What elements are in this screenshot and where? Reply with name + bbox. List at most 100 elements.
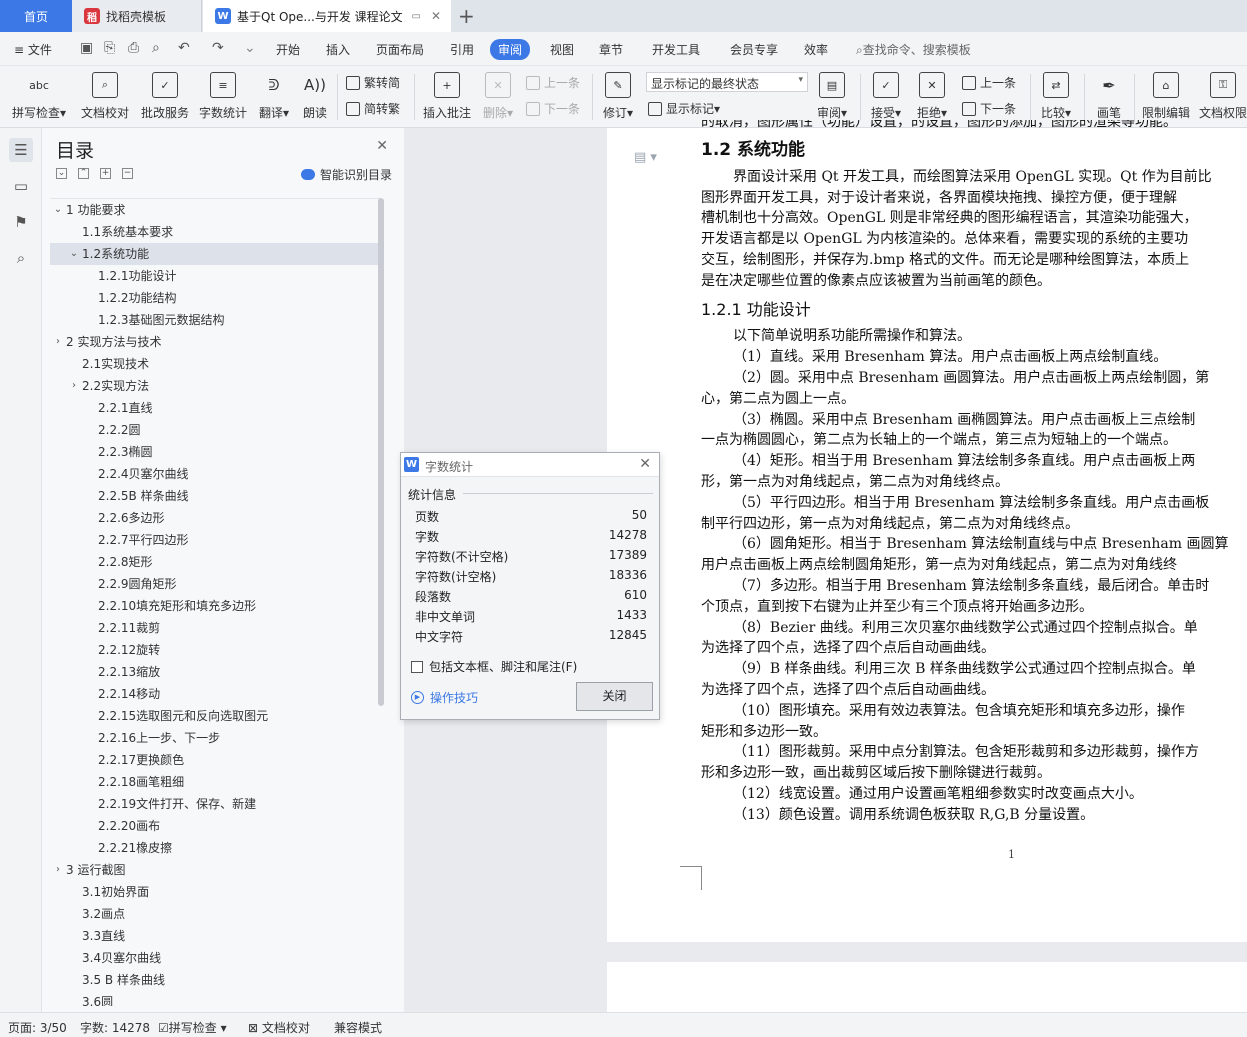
chevron-right-icon[interactable]: › xyxy=(68,375,80,397)
insert-comment-button[interactable]: + 插入批注 xyxy=(420,72,474,121)
toc-item[interactable]: 2.2.10填充矩形和填充多边形 xyxy=(50,595,378,617)
tab-home[interactable]: 首页 xyxy=(0,0,72,32)
undo-icon[interactable]: ↶ xyxy=(178,40,190,56)
menu-item-view[interactable]: 视图 xyxy=(550,41,574,58)
toc-item[interactable]: ⌄ 1.2系统功能 xyxy=(50,243,378,265)
toc-item[interactable]: 1.2.2功能结构 xyxy=(50,287,378,309)
search-icon[interactable]: ⌕ xyxy=(9,246,33,270)
compare-button[interactable]: ⇄ 比较▾ xyxy=(1036,72,1076,121)
chapter-nav-icon[interactable]: ▭ xyxy=(9,174,33,198)
smart-toc-button[interactable]: 智能识别目录 xyxy=(301,166,392,183)
close-tab-icon[interactable]: ✕ xyxy=(431,9,441,23)
toc-item[interactable]: 1.1系统基本要求 xyxy=(50,221,378,243)
word-count-button[interactable]: ≡ 字数统计 xyxy=(196,72,250,121)
toc-item[interactable]: 2.2.7平行四边形 xyxy=(50,529,378,551)
tips-link[interactable]: ▶ 操作技巧 xyxy=(411,689,478,706)
save-icon[interactable]: ▣ xyxy=(80,40,93,56)
close-icon[interactable]: ✕ xyxy=(376,138,388,154)
doc-proof-button[interactable]: ⌕ 文档校对 xyxy=(78,72,132,121)
page-options-icon[interactable]: ▤ ▾ xyxy=(634,150,657,165)
tab-template[interactable]: 稻 找稻壳模板 xyxy=(72,0,202,32)
add-heading-icon[interactable]: + xyxy=(100,168,111,179)
accept-button[interactable]: ✓ 接受▾ xyxy=(866,72,906,121)
toc-item[interactable]: › 2.2实现方法 xyxy=(50,375,378,397)
toc-item[interactable]: 2.2.9圆角矩形 xyxy=(50,573,378,595)
expand-up-icon[interactable]: ⌃ xyxy=(78,168,89,179)
restrict-edit-button[interactable]: ⌂ 限制编辑 xyxy=(1140,72,1192,121)
toc-item[interactable]: 2.2.8矩形 xyxy=(50,551,378,573)
doc-permission-button[interactable]: ⚿ 文档权限 xyxy=(1198,72,1247,121)
toc-item[interactable]: 2.2.3椭圆 xyxy=(50,441,378,463)
file-menu[interactable]: ≡ 文件 xyxy=(14,41,52,58)
menu-item-start[interactable]: 开始 xyxy=(276,41,300,58)
more-icon[interactable]: ⌄ xyxy=(244,40,256,56)
toc-item[interactable]: 2.2.14移动 xyxy=(50,683,378,705)
toc-item[interactable]: 3.6圆 xyxy=(50,991,378,1006)
toc-item[interactable]: 2.2.17更换颜色 xyxy=(50,749,378,771)
toc-item[interactable]: 2.2.2圆 xyxy=(50,419,378,441)
markup-state-select[interactable]: 显示标记的最终状态 ▾ xyxy=(646,72,808,92)
delete-comment-button[interactable]: ✕ 删除▾ xyxy=(478,72,518,121)
toc-item[interactable]: 2.2.20画布 xyxy=(50,815,378,837)
status-words[interactable]: 字数: 14278 xyxy=(80,1019,150,1036)
toc-item[interactable]: 2.2.1直线 xyxy=(50,397,378,419)
toc-item[interactable]: 2.2.11裁剪 xyxy=(50,617,378,639)
window-mode-icon[interactable]: ▭ xyxy=(412,11,421,22)
toc-scrollbar[interactable] xyxy=(378,198,384,706)
toc-item[interactable]: 2.2.19文件打开、保存、新建 xyxy=(50,793,378,815)
toc-item[interactable]: 1.2.1功能设计 xyxy=(50,265,378,287)
toc-item[interactable]: 3.2画点 xyxy=(50,903,378,925)
toc-item[interactable]: 2.2.18画笔粗细 xyxy=(50,771,378,793)
toc-item[interactable]: 2.2.12旋转 xyxy=(50,639,378,661)
toc-item[interactable]: 2.2.21橡皮擦 xyxy=(50,837,378,859)
toc-item[interactable]: 2.2.13缩放 xyxy=(50,661,378,683)
menu-item-membership[interactable]: 会员专享 xyxy=(730,41,778,58)
revise-button[interactable]: ✎ 修订▾ xyxy=(598,72,638,121)
status-proofread[interactable]: ⊠ 文档校对 xyxy=(248,1019,310,1036)
next-comment-button[interactable]: 下一条 xyxy=(526,100,580,117)
tab-document[interactable]: W 基于Qt Ope...与开发 课程论文 ▭ ✕ xyxy=(203,0,451,32)
chevron-down-icon[interactable]: ⌄ xyxy=(52,199,64,221)
menu-item-chapter[interactable]: 章节 xyxy=(599,41,623,58)
menu-item-review[interactable]: 审阅 xyxy=(490,39,531,60)
remove-heading-icon[interactable]: − xyxy=(122,168,133,179)
chevron-right-icon[interactable]: › xyxy=(52,859,64,881)
print-preview-icon[interactable]: ⌕ xyxy=(152,40,160,56)
bookmark-icon[interactable]: ⚑ xyxy=(9,210,33,234)
reject-button[interactable]: ✕ 拒绝▾ xyxy=(912,72,952,121)
toc-item[interactable]: 2.2.5B 样条曲线 xyxy=(50,485,378,507)
spellcheck-button[interactable]: abc 拼写检查▾ xyxy=(10,72,68,121)
menu-item-devtools[interactable]: 开发工具 xyxy=(652,41,700,58)
document-page-next[interactable] xyxy=(607,962,1247,1012)
toc-item[interactable]: ⌄ 1 功能要求 xyxy=(50,199,378,221)
prev-comment-button[interactable]: 上一条 xyxy=(526,74,580,91)
toc-item[interactable]: 2.2.15选取图元和反向选取图元 xyxy=(50,705,378,727)
review-pane-button[interactable]: ▤ 审阅▾ xyxy=(812,72,852,121)
document-body[interactable]: 的取消，图形属性（功能）设置，的设置，图形的添加，图形的渲染等功能。 1.2 系… xyxy=(701,120,1247,826)
toc-item[interactable]: 2.2.4贝塞尔曲线 xyxy=(50,463,378,485)
menu-item-references[interactable]: 引用 xyxy=(450,41,474,58)
chevron-right-icon[interactable]: › xyxy=(52,331,64,353)
menu-item-efficiency[interactable]: 效率 xyxy=(804,41,828,58)
status-spellcheck[interactable]: ☑拼写检查 ▾ xyxy=(158,1019,227,1036)
batch-service-button[interactable]: ✓ 批改服务 xyxy=(138,72,192,121)
toc-item[interactable]: 2.1实现技术 xyxy=(50,353,378,375)
close-icon[interactable]: ✕ xyxy=(639,456,651,472)
toc-item[interactable]: 2.2.16上一步、下一步 xyxy=(50,727,378,749)
toc-item[interactable]: 1.2.3基础图元数据结构 xyxy=(50,309,378,331)
translate-button[interactable]: ᕲ 翻译▾ xyxy=(254,72,294,121)
menu-item-insert[interactable]: 插入 xyxy=(326,41,350,58)
toc-item[interactable]: 3.4贝塞尔曲线 xyxy=(50,947,378,969)
dialog-titlebar[interactable]: W 字数统计 ✕ xyxy=(401,453,659,477)
toc-item[interactable]: › 3 运行截图 xyxy=(50,859,378,881)
simp-to-trad-button[interactable]: 简转繁 xyxy=(346,100,400,117)
toc-item[interactable]: 3.5 B 样条曲线 xyxy=(50,969,378,991)
toc-item[interactable]: › 2 实现方法与技术 xyxy=(50,331,378,353)
toc-nav-icon[interactable]: ☰ xyxy=(9,138,33,162)
print-icon[interactable]: ⎙ xyxy=(128,40,139,56)
read-aloud-button[interactable]: A)) 朗读 xyxy=(298,72,332,121)
toc-item[interactable]: 3.1初始界面 xyxy=(50,881,378,903)
new-tab-icon[interactable]: + xyxy=(458,4,475,28)
command-search[interactable]: ⌕查找命令、搜索模板 xyxy=(856,41,971,58)
show-markup-button[interactable]: 显示标记 ▾ xyxy=(648,100,720,117)
